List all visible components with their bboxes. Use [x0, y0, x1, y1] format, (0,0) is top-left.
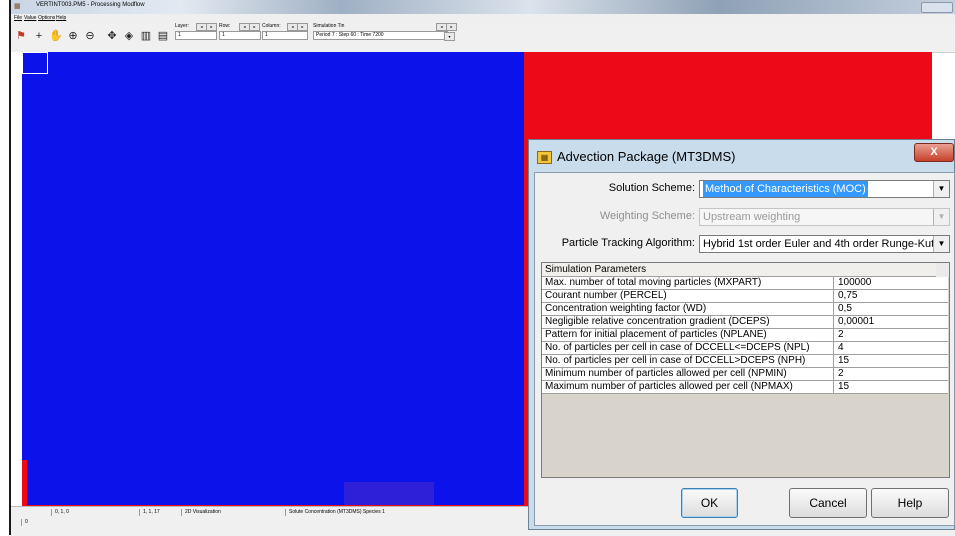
simtime-dropdown-icon[interactable]: ▾	[444, 32, 455, 41]
grid-header: Simulation Parameters	[542, 263, 948, 277]
chevron-down-icon[interactable]: ▼	[933, 209, 949, 225]
param-value[interactable]: 0,75	[838, 290, 857, 302]
table-row[interactable]: Maximum number of particles allowed per …	[542, 381, 948, 394]
grid-scrollbar[interactable]	[936, 263, 949, 277]
param-value[interactable]: 2	[838, 368, 844, 380]
param-value[interactable]: 100000	[838, 277, 871, 289]
layer-label: Layer:	[175, 23, 189, 29]
menu-file[interactable]: File	[14, 15, 22, 21]
toolbar: ⚑ + ✋ ⊕ ⊖ ✥ ◈ ▥ ▤ Layer: ◂ ▸ 1 Row: ◂ ▸ …	[11, 22, 955, 53]
table-row[interactable]: No. of particles per cell in case of DCC…	[542, 342, 948, 355]
table-row[interactable]: Courant number (PERCEL) 0,75	[542, 290, 948, 303]
low-concentration-zone-edge	[479, 74, 524, 505]
param-name: Concentration weighting factor (WD)	[542, 303, 834, 315]
tracking-algorithm-label: Particle Tracking Algorithm:	[561, 237, 695, 249]
param-value[interactable]: 15	[838, 355, 849, 367]
param-name: Minimum number of particles allowed per …	[542, 368, 834, 380]
help-button[interactable]: Help	[871, 488, 949, 518]
param-name: Negligible relative concentration gradie…	[542, 316, 834, 328]
table-row[interactable]: Concentration weighting factor (WD) 0,5	[542, 303, 948, 316]
param-name: Courant number (PERCEL)	[542, 290, 834, 302]
table-row[interactable]: Pattern for initial placement of particl…	[542, 329, 948, 342]
column-input[interactable]: 1	[262, 31, 308, 40]
simtime-select[interactable]: Period 7 : Step 60 : Time 7200	[313, 31, 448, 40]
solution-scheme-label: Solution Scheme:	[608, 182, 695, 194]
zoom-out-icon[interactable]: ⊖	[83, 29, 97, 43]
main-title-bar[interactable]	[11, 0, 955, 14]
simtime-label: Simulation Tin	[313, 23, 345, 29]
chevron-down-icon[interactable]: ▼	[933, 236, 949, 252]
transition-zone	[344, 482, 434, 505]
menu-value[interactable]: Value	[24, 15, 36, 21]
row-label: Row:	[219, 23, 231, 29]
simtime-value: Period 7 : Step 60 : Time 7200	[316, 32, 384, 38]
weighting-scheme-label: Weighting Scheme:	[599, 210, 695, 222]
grid-rows-icon[interactable]: ▤	[156, 29, 170, 43]
package-icon: ▦	[537, 151, 552, 164]
param-value[interactable]: 0,5	[838, 303, 852, 315]
status-value: 0	[21, 519, 85, 526]
column-label: Column:	[262, 23, 281, 29]
menu-options[interactable]: Options	[38, 15, 55, 21]
layer-icon[interactable]: ◈	[122, 29, 136, 43]
weighting-scheme-value: Upstream weighting	[703, 211, 801, 223]
param-name: Pattern for initial placement of particl…	[542, 329, 834, 341]
app-title: VERTINT003.PM5 - Processing Modflow	[36, 2, 145, 8]
row-input[interactable]: 1	[219, 31, 261, 40]
grid-columns-icon[interactable]: ▥	[139, 29, 153, 43]
cancel-button[interactable]: Cancel	[789, 488, 867, 518]
menubar: File Value Options Help	[11, 14, 955, 22]
weighting-scheme-select[interactable]: Upstream weighting ▼	[699, 208, 950, 226]
table-row[interactable]: No. of particles per cell in case of DCC…	[542, 355, 948, 368]
status-mode: 2D Visualization	[181, 509, 265, 516]
column-spin-right[interactable]: ▸	[297, 23, 308, 31]
chevron-down-icon[interactable]: ▼	[933, 181, 949, 197]
navigate-icon[interactable]: ✥	[105, 29, 119, 43]
tracking-algorithm-value: Hybrid 1st order Euler and 4th order Run…	[703, 238, 944, 250]
status-cell: 1, 1, 17	[139, 509, 183, 516]
param-value[interactable]: 0,00001	[838, 316, 874, 328]
low-concentration-zone	[22, 74, 479, 505]
param-value[interactable]: 2	[838, 329, 844, 341]
boundary-strip	[22, 460, 27, 505]
param-value[interactable]: 4	[838, 342, 844, 354]
pan-hand-icon[interactable]: ✋	[49, 29, 63, 43]
param-value[interactable]: 15	[838, 381, 849, 393]
param-name: No. of particles per cell in case of DCC…	[542, 342, 834, 354]
layer-spin-right[interactable]: ▸	[206, 23, 217, 31]
table-row[interactable]: Minimum number of particles allowed per …	[542, 368, 948, 381]
table-row[interactable]: Max. number of total moving particles (M…	[542, 277, 948, 290]
zoom-in-icon[interactable]: ⊕	[66, 29, 80, 43]
table-row[interactable]: Negligible relative concentration gradie…	[542, 316, 948, 329]
low-concentration-zone-top	[22, 52, 524, 74]
app-grid-icon: ▦	[14, 3, 21, 10]
param-name: Max. number of total moving particles (M…	[542, 277, 834, 289]
tracking-algorithm-select[interactable]: Hybrid 1st order Euler and 4th order Run…	[699, 235, 950, 253]
status-layer-info: Solute Concentration (MT3DMS) Species 1	[285, 509, 489, 516]
selected-cell[interactable]	[22, 52, 48, 74]
run-icon[interactable]: ⚑	[14, 29, 28, 43]
window-controls[interactable]	[921, 2, 953, 13]
row-spin-right[interactable]: ▸	[249, 23, 260, 31]
dialog-title: Advection Package (MT3DMS)	[557, 149, 736, 164]
param-name: No. of particles per cell in case of DCC…	[542, 355, 834, 367]
param-name: Maximum number of particles allowed per …	[542, 381, 834, 393]
simtime-spin-right[interactable]: ▸	[446, 23, 457, 31]
status-coords: 0, 1, 0	[51, 509, 135, 516]
solution-scheme-value: Method of Characteristics (MOC)	[703, 181, 868, 197]
add-point-icon[interactable]: +	[32, 29, 46, 43]
ok-button[interactable]: OK	[681, 488, 738, 518]
layer-input[interactable]: 1	[175, 31, 217, 40]
solution-scheme-select[interactable]: Method of Characteristics (MOC) ▼	[699, 180, 950, 198]
close-icon[interactable]: X	[914, 143, 954, 162]
menu-help[interactable]: Help	[56, 15, 66, 21]
